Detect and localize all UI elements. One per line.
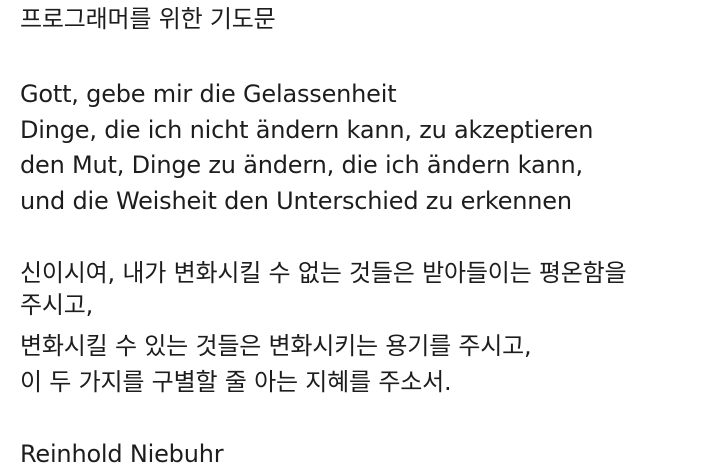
german-line-4: und die Weisheit den Unterschied zu erke… — [20, 187, 572, 215]
author-name: Reinhold Niebuhr — [20, 440, 224, 468]
document-title: 프로그래머를 위한 기도문 — [20, 5, 276, 33]
german-line-1: Gott, gebe mir die Gelassenheit — [20, 80, 397, 108]
korean-line-3: 변화시킬 수 있는 것들은 변화시키는 용기를 주시고, — [20, 332, 532, 360]
prayer-document: 프로그래머를 위한 기도문 Gott, gebe mir die Gelasse… — [20, 0, 710, 474]
korean-line-2: 주시고, — [20, 291, 94, 319]
german-line-3: den Mut, Dinge zu ändern, die ich ändern… — [20, 151, 583, 179]
german-line-2: Dinge, die ich nicht ändern kann, zu akz… — [20, 116, 594, 144]
korean-line-1: 신이시여, 내가 변화시킬 수 없는 것들은 받아들이는 평온함을 — [20, 259, 627, 287]
korean-line-4: 이 두 가지를 구별할 줄 아는 지혜를 주소서. — [20, 368, 452, 396]
